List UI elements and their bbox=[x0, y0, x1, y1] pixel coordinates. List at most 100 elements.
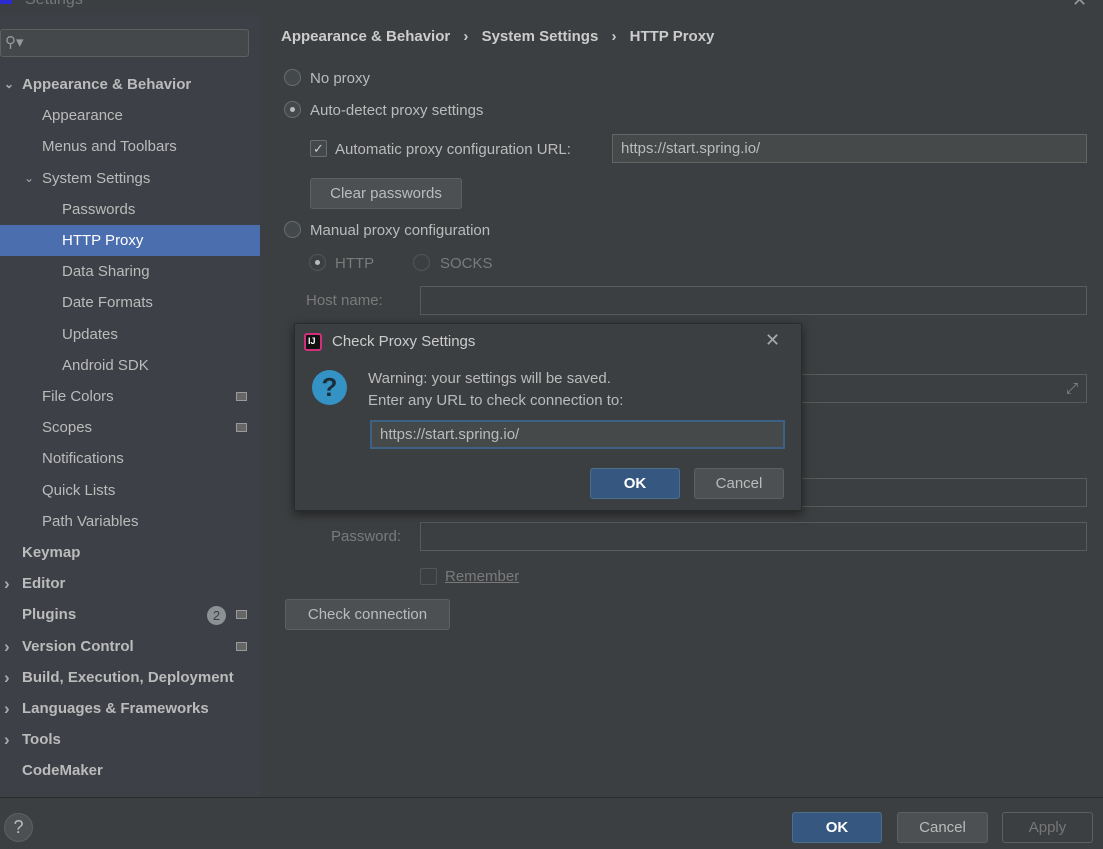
auto-url-input[interactable]: https://start.spring.io/ bbox=[612, 134, 1087, 163]
sidebar-item-label: Path Variables bbox=[42, 512, 139, 530]
clear-passwords-button[interactable]: Clear passwords bbox=[310, 178, 462, 209]
sidebar-item-label: Notifications bbox=[42, 450, 124, 468]
apply-button[interactable]: Apply bbox=[1002, 812, 1093, 843]
breadcrumb-separator-icon: › bbox=[611, 28, 617, 45]
socks-radio[interactable] bbox=[413, 254, 430, 271]
sidebar-item-label: Languages & Frameworks bbox=[22, 700, 209, 717]
check-connection-button[interactable]: Check connection bbox=[285, 599, 450, 630]
auto-detect-radio[interactable] bbox=[284, 101, 301, 118]
chevron-right-icon[interactable]: › bbox=[4, 568, 10, 599]
no-proxy-label[interactable]: No proxy bbox=[310, 70, 370, 87]
breadcrumb-separator-icon: › bbox=[463, 28, 469, 45]
password-label: Password: bbox=[331, 528, 402, 545]
chevron-right-icon[interactable]: › bbox=[4, 724, 10, 755]
check-proxy-dialog: IJ Check Proxy Settings ✕ ? Warning: you… bbox=[294, 323, 802, 511]
host-name-input[interactable] bbox=[420, 286, 1087, 315]
sidebar-item[interactable]: Tools › bbox=[0, 724, 260, 755]
sidebar-item-label: Tools bbox=[22, 731, 61, 749]
sidebar-item-label: Build, Execution, Deployment bbox=[22, 668, 234, 686]
manual-proxy-radio[interactable] bbox=[284, 221, 301, 238]
http-label: HTTP bbox=[335, 255, 375, 272]
breadcrumb-item: HTTP Proxy bbox=[629, 28, 715, 45]
sidebar-item[interactable]: CodeMaker bbox=[0, 755, 260, 786]
sidebar-item[interactable]: File Colors bbox=[0, 381, 260, 412]
auto-detect-label[interactable]: Auto-detect proxy settings bbox=[310, 102, 483, 119]
project-level-icon bbox=[236, 392, 247, 401]
sidebar-item-label: Passwords bbox=[62, 200, 136, 218]
sidebar-item[interactable]: Date Formats bbox=[0, 287, 260, 318]
chevron-down-icon[interactable]: ⌄ bbox=[24, 163, 34, 194]
sidebar-item[interactable]: Scopes bbox=[0, 412, 260, 443]
sidebar-item[interactable]: Languages & Frameworks › bbox=[0, 693, 260, 724]
auto-url-checkbox[interactable]: ✓ bbox=[310, 140, 327, 157]
sidebar-item-label: Appearance & Behavior bbox=[22, 76, 192, 93]
settings-sidebar: ⚲▾ Appearance & Behavior ⌄ Appearance Menus… bbox=[0, 15, 260, 797]
chevron-right-icon[interactable]: › bbox=[4, 631, 10, 662]
chevron-right-icon[interactable]: › bbox=[4, 693, 10, 724]
sidebar-item-label: Menus and Toolbars bbox=[42, 138, 177, 156]
sidebar-item[interactable]: Version Control › bbox=[0, 631, 260, 662]
dialog-footer: ? OK Cancel Apply bbox=[0, 797, 1103, 849]
close-icon[interactable]: ✕ bbox=[1072, 0, 1087, 11]
help-button[interactable]: ? bbox=[4, 813, 33, 842]
app-logo-icon bbox=[0, 0, 12, 4]
search-input[interactable]: ⚲▾ bbox=[0, 29, 249, 57]
breadcrumb: Appearance & Behavior › System Settings … bbox=[281, 28, 714, 45]
sidebar-item-label: System Settings bbox=[42, 169, 151, 187]
dialog-close-icon[interactable]: ✕ bbox=[765, 330, 780, 351]
sidebar-item-label: Plugins bbox=[22, 606, 77, 624]
no-proxy-radio[interactable] bbox=[284, 69, 301, 86]
sidebar-item[interactable]: Appearance & Behavior ⌄ bbox=[0, 69, 260, 100]
host-name-label: Host name: bbox=[306, 292, 383, 309]
sidebar-item-label: Data Sharing bbox=[62, 263, 150, 281]
chevron-right-icon[interactable]: › bbox=[4, 662, 10, 693]
cancel-button[interactable]: Cancel bbox=[897, 812, 988, 843]
login-input[interactable] bbox=[760, 478, 1087, 507]
sidebar-item[interactable]: Appearance bbox=[0, 100, 260, 131]
search-icon: ⚲▾ bbox=[5, 34, 24, 51]
sidebar-item[interactable]: Keymap bbox=[0, 537, 260, 568]
sidebar-item-label: Version Control bbox=[22, 637, 134, 655]
sidebar-item[interactable]: Passwords bbox=[0, 194, 260, 225]
sidebar-item-label: File Colors bbox=[42, 388, 114, 405]
breadcrumb-item[interactable]: Appearance & Behavior bbox=[281, 28, 450, 45]
sidebar-item-label: Appearance bbox=[42, 107, 123, 125]
dialog-ok-button[interactable]: OK bbox=[590, 468, 680, 499]
check-url-input[interactable]: https://start.spring.io/ bbox=[370, 420, 785, 449]
manual-proxy-label[interactable]: Manual proxy configuration bbox=[310, 222, 490, 239]
sidebar-item[interactable]: Android SDK bbox=[0, 350, 260, 381]
sidebar-item-label: Scopes bbox=[42, 419, 93, 437]
sidebar-item[interactable]: HTTP Proxy bbox=[0, 225, 260, 256]
sidebar-item[interactable]: Quick Lists bbox=[0, 475, 260, 506]
password-input[interactable] bbox=[420, 522, 1087, 551]
auto-url-label: Automatic proxy configuration URL: bbox=[335, 141, 571, 158]
sidebar-item[interactable]: Build, Execution, Deployment › bbox=[0, 662, 260, 693]
sidebar-item-label: Quick Lists bbox=[42, 481, 116, 499]
sidebar-item-label: CodeMaker bbox=[22, 762, 103, 780]
sidebar-item[interactable]: Updates bbox=[0, 319, 260, 350]
chevron-down-icon[interactable]: ⌄ bbox=[4, 69, 14, 100]
project-level-icon bbox=[236, 423, 247, 433]
breadcrumb-item[interactable]: System Settings bbox=[482, 28, 599, 45]
ok-button[interactable]: OK bbox=[792, 812, 882, 843]
sidebar-item[interactable]: Editor › bbox=[0, 568, 260, 599]
expand-icon[interactable]: ⤢ bbox=[1066, 375, 1078, 402]
sidebar-item[interactable]: Menus and Toolbars bbox=[0, 131, 260, 162]
sidebar-item-label: Updates bbox=[62, 325, 118, 343]
title-bar: Settings ✕ bbox=[0, 0, 1103, 15]
dialog-title: Check Proxy Settings bbox=[332, 333, 476, 350]
socks-label: SOCKS bbox=[440, 255, 493, 272]
dialog-cancel-button[interactable]: Cancel bbox=[694, 468, 784, 499]
project-level-icon bbox=[236, 641, 247, 651]
remember-checkbox[interactable] bbox=[420, 568, 437, 585]
sidebar-item-label: Date Formats bbox=[62, 294, 153, 312]
sidebar-item[interactable]: Data Sharing bbox=[0, 256, 260, 287]
sidebar-item[interactable]: Plugins 2 bbox=[0, 599, 260, 630]
sidebar-item[interactable]: Notifications bbox=[0, 443, 260, 474]
sidebar-item[interactable]: System Settings ⌄ bbox=[0, 163, 260, 194]
http-radio[interactable] bbox=[309, 254, 326, 271]
sidebar-item-label: Keymap bbox=[22, 544, 81, 561]
window-title: Settings bbox=[25, 0, 83, 9]
sidebar-item[interactable]: Path Variables bbox=[0, 506, 260, 537]
no-proxy-for-input[interactable]: ⤢ bbox=[760, 374, 1087, 403]
